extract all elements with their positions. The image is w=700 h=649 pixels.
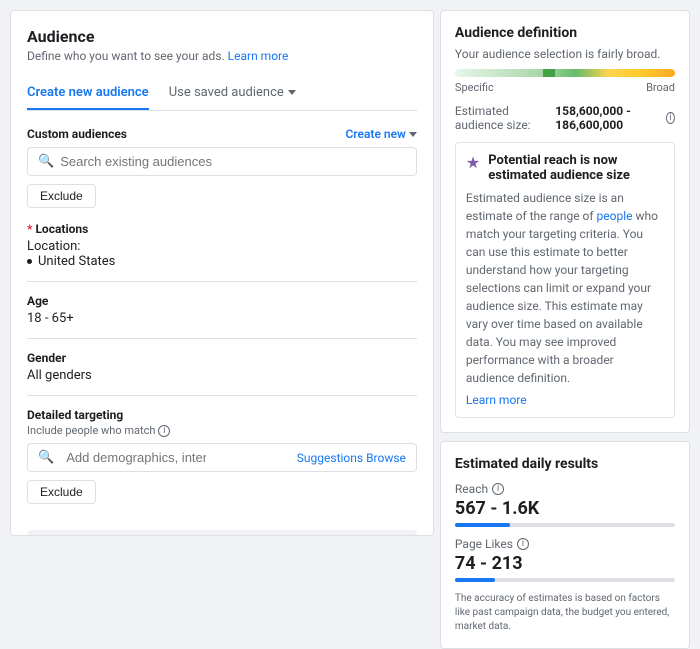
right-panel: Audience definition Your audience select… xyxy=(440,10,690,536)
divider-3 xyxy=(27,395,417,396)
location-value: United States xyxy=(27,254,417,269)
gender-value: All genders xyxy=(27,368,417,383)
divider-1 xyxy=(27,281,417,282)
audience-search-wrap: 🔍 xyxy=(27,147,417,176)
locations-section: * Locations Location: United States xyxy=(27,222,417,269)
notice-title: Potential reach is now estimated audienc… xyxy=(488,153,664,183)
age-title: Age xyxy=(27,294,417,308)
audience-definition-card: Audience definition Your audience select… xyxy=(440,10,690,433)
search-icon: 🔍 xyxy=(38,154,54,169)
reach-label: Reach i xyxy=(455,482,675,496)
page-likes-metric: Page Likes i 74 - 213 xyxy=(455,537,675,582)
audience-subtitle: Define who you want to see your ads. Lea… xyxy=(27,49,417,63)
daily-results-title: Estimated daily results xyxy=(455,456,675,472)
audience-def-subtitle: Your audience selection is fairly broad. xyxy=(455,47,675,61)
audience-breadth-bar xyxy=(455,69,675,77)
reach-metric: Reach i 567 - 1.6K xyxy=(455,482,675,527)
audience-tabs: Create new audience Use saved audience xyxy=(27,77,417,111)
chevron-down-icon-create xyxy=(409,132,417,137)
exclude-button[interactable]: Exclude xyxy=(27,184,96,208)
notice-body: Estimated audience size is an estimate o… xyxy=(466,189,664,387)
targeting-exclude-button[interactable]: Exclude xyxy=(27,480,96,504)
tab-saved-audience[interactable]: Use saved audience xyxy=(169,77,296,110)
locations-title: * Locations xyxy=(27,222,417,236)
broad-label: Broad xyxy=(646,81,675,94)
reach-info-icon[interactable]: i xyxy=(492,483,504,495)
custom-audiences-section: Custom audiences Create new xyxy=(27,127,417,141)
targeting-search-wrap: 🔍 Suggestions Browse xyxy=(27,443,417,472)
page-likes-label: Page Likes i xyxy=(455,537,675,551)
star-icon: ★ xyxy=(466,153,480,172)
chevron-down-icon xyxy=(288,90,296,95)
location-sublabel: Location: xyxy=(27,239,80,254)
left-panel: Audience Define who you want to see your… xyxy=(10,10,434,536)
progress-labels: Specific Broad xyxy=(455,81,675,94)
bullet-dot xyxy=(27,259,32,264)
audience-search-input[interactable] xyxy=(60,154,406,169)
detailed-targeting-title: Detailed targeting xyxy=(27,408,417,422)
notice-people-link[interactable]: people xyxy=(597,209,633,223)
create-new-link[interactable]: Create new xyxy=(345,127,416,141)
targeting-search-input[interactable] xyxy=(66,450,206,465)
age-value: 18 - 65+ xyxy=(27,311,417,326)
daily-note: The accuracy of estimates is based on fa… xyxy=(455,592,675,634)
divider-2 xyxy=(27,338,417,339)
tab-create-new[interactable]: Create new audience xyxy=(27,77,149,110)
audience-size-info-icon[interactable]: i xyxy=(666,112,675,124)
page-likes-value: 74 - 213 xyxy=(455,553,675,574)
reach-bar xyxy=(455,523,675,527)
browse-link[interactable]: Browse xyxy=(366,451,406,465)
audience-size: Estimated audience size: 158,600,000 - 1… xyxy=(455,104,675,132)
detailed-targeting-sublabel: Include people who match i xyxy=(27,424,417,437)
page-likes-bar-fill xyxy=(455,578,495,582)
audience-breadth-indicator xyxy=(543,69,555,77)
reach-value: 567 - 1.6K xyxy=(455,498,675,519)
advantage-targeting-section: Advantage Detailed Targeting + Reach peo… xyxy=(27,530,417,536)
page-likes-info-icon[interactable]: i xyxy=(517,538,529,550)
suggestions-browse: Suggestions Browse xyxy=(297,451,406,465)
notice-learn-more-link[interactable]: Learn more xyxy=(466,393,664,407)
age-section: Age 18 - 65+ xyxy=(27,294,417,326)
daily-results-card: Estimated daily results Reach i 567 - 1.… xyxy=(440,441,690,649)
gender-title: Gender xyxy=(27,351,417,365)
detailed-targeting-section: Detailed targeting Include people who ma… xyxy=(27,408,417,518)
audience-def-title: Audience definition xyxy=(455,25,675,41)
potential-reach-notice: ★ Potential reach is now estimated audie… xyxy=(455,142,675,418)
specific-label: Specific xyxy=(455,81,494,94)
targeting-search-icon: 🔍 xyxy=(38,450,54,465)
reach-bar-fill xyxy=(455,523,510,527)
page-likes-bar xyxy=(455,578,675,582)
gender-section: Gender All genders xyxy=(27,351,417,383)
info-icon[interactable]: i xyxy=(158,425,170,437)
learn-more-link[interactable]: Learn more xyxy=(228,49,289,63)
audience-title: Audience xyxy=(27,27,417,46)
